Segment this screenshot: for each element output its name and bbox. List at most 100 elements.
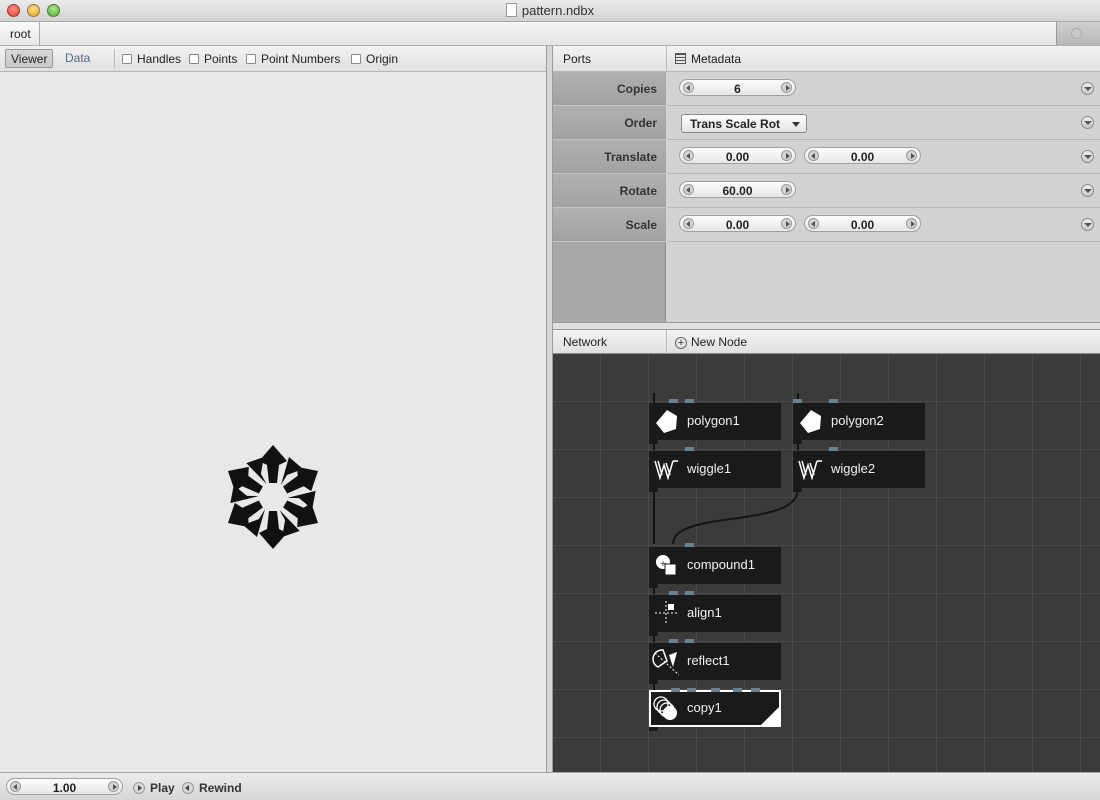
input-port[interactable] [687, 688, 696, 692]
scale-y-stepper[interactable]: 0.00 [804, 215, 921, 232]
points-label: Points [204, 52, 238, 66]
reflect-icon [652, 649, 680, 676]
output-port[interactable] [649, 727, 658, 731]
checkbox-box[interactable] [351, 54, 361, 64]
input-port[interactable] [751, 688, 760, 692]
node-label: polygon1 [687, 413, 740, 428]
increment-arrow-icon[interactable] [781, 82, 792, 93]
input-port[interactable] [733, 688, 742, 692]
rewind-label: Rewind [199, 781, 242, 795]
increment-arrow-icon[interactable] [781, 184, 792, 195]
align-icon [655, 601, 678, 625]
port-label: Rotate [553, 174, 666, 208]
output-port[interactable] [649, 440, 658, 444]
polygon-icon [656, 410, 677, 433]
node-polygon1[interactable]: polygon1 [649, 399, 781, 444]
point-numbers-checkbox[interactable]: Point Numbers [246, 52, 340, 66]
translate-x-stepper[interactable]: 0.00 [679, 147, 796, 164]
port-value: 0.00 0.00 [667, 208, 1100, 242]
output-port[interactable] [793, 440, 802, 444]
viewer-canvas[interactable] [0, 72, 546, 772]
node-reflect1[interactable]: reflect1 [649, 639, 781, 684]
checkbox-box[interactable] [122, 54, 132, 64]
increment-arrow-icon[interactable] [781, 150, 792, 161]
origin-checkbox[interactable]: Origin [351, 52, 398, 66]
port-label: Scale [553, 208, 666, 242]
node-compound1[interactable]: + compound1 [649, 543, 781, 588]
output-port[interactable] [649, 632, 658, 636]
input-port[interactable] [685, 591, 694, 595]
input-port[interactable] [685, 399, 694, 403]
input-port[interactable] [685, 447, 694, 451]
port-menu-button[interactable] [1081, 150, 1094, 163]
play-button[interactable]: Play [133, 781, 175, 795]
node-wiggle2[interactable]: wiggle2 [793, 447, 925, 492]
ports-header: Ports Metadata [553, 46, 1100, 72]
metadata-button[interactable]: Metadata [675, 52, 741, 66]
play-label: Play [150, 781, 175, 795]
header-divider [666, 46, 667, 72]
input-port[interactable] [829, 447, 838, 451]
increment-arrow-icon[interactable] [906, 218, 917, 229]
increment-arrow-icon[interactable] [906, 150, 917, 161]
node-align1[interactable]: align1 [649, 591, 781, 636]
output-port[interactable] [793, 488, 802, 492]
decrement-arrow-icon[interactable] [10, 781, 21, 792]
input-port[interactable] [685, 543, 694, 547]
decrement-arrow-icon[interactable] [808, 150, 819, 161]
port-menu-button[interactable] [1081, 184, 1094, 197]
address-bar-corner [1056, 22, 1100, 45]
increment-arrow-icon[interactable] [108, 781, 119, 792]
metadata-label: Metadata [691, 52, 742, 66]
node-label: wiggle2 [831, 461, 876, 476]
handles-checkbox[interactable]: Handles [122, 52, 181, 66]
output-port[interactable] [649, 680, 658, 684]
document-icon [505, 3, 517, 17]
horizontal-splitter[interactable] [553, 322, 1100, 330]
breadcrumb: root [0, 22, 1100, 46]
port-menu-button[interactable] [1081, 82, 1094, 95]
copies-stepper[interactable]: 6 [679, 79, 796, 96]
output-port[interactable] [649, 584, 658, 588]
rotate-stepper[interactable]: 60.00 [679, 181, 796, 198]
rotate-label: Rotate [619, 184, 657, 198]
point-numbers-label: Point Numbers [261, 52, 341, 66]
port-row-rotate: Rotate 60.00 [553, 174, 1100, 208]
checkbox-box[interactable] [189, 54, 199, 64]
node-polygon2[interactable]: polygon2 [793, 399, 925, 444]
network-canvas[interactable]: polygon1 polygon2 wiggle1 wiggle2 + comp… [553, 354, 1100, 772]
frame-stepper[interactable]: 1.00 [6, 778, 123, 795]
node-wiggle1[interactable]: wiggle1 [649, 447, 781, 492]
copies-value: 6 [734, 82, 741, 96]
decrement-arrow-icon[interactable] [683, 82, 694, 93]
node-copy1[interactable]: copy1 [649, 688, 781, 731]
new-node-button[interactable]: + New Node [675, 335, 747, 349]
input-port[interactable] [685, 639, 694, 643]
output-port[interactable] [649, 488, 658, 492]
input-port[interactable] [711, 688, 720, 692]
decrement-arrow-icon[interactable] [683, 218, 694, 229]
port-label: Order [553, 106, 666, 140]
increment-arrow-icon[interactable] [781, 218, 792, 229]
port-menu-button[interactable] [1081, 116, 1094, 129]
rewind-icon [182, 782, 194, 794]
translate-y-stepper[interactable]: 0.00 [804, 147, 921, 164]
tab-data[interactable]: Data [60, 49, 95, 68]
breadcrumb-root[interactable]: root [0, 22, 40, 45]
input-port[interactable] [829, 399, 838, 403]
points-checkbox[interactable]: Points [189, 52, 237, 66]
pattern-center [264, 488, 282, 506]
title-bar: pattern.ndbx [0, 0, 1100, 22]
checkbox-box[interactable] [246, 54, 256, 64]
rewind-button[interactable]: Rewind [182, 781, 242, 795]
decrement-arrow-icon[interactable] [683, 184, 694, 195]
decrement-arrow-icon[interactable] [808, 218, 819, 229]
port-menu-button[interactable] [1081, 218, 1094, 231]
tab-viewer[interactable]: Viewer [5, 49, 54, 68]
order-select[interactable]: Trans Scale Rot [681, 114, 807, 133]
wiggle-icon [798, 460, 822, 481]
scale-x-stepper[interactable]: 0.00 [679, 215, 796, 232]
decrement-arrow-icon[interactable] [683, 150, 694, 161]
window-title: pattern.ndbx [0, 3, 1100, 18]
vertical-splitter[interactable] [546, 46, 553, 772]
